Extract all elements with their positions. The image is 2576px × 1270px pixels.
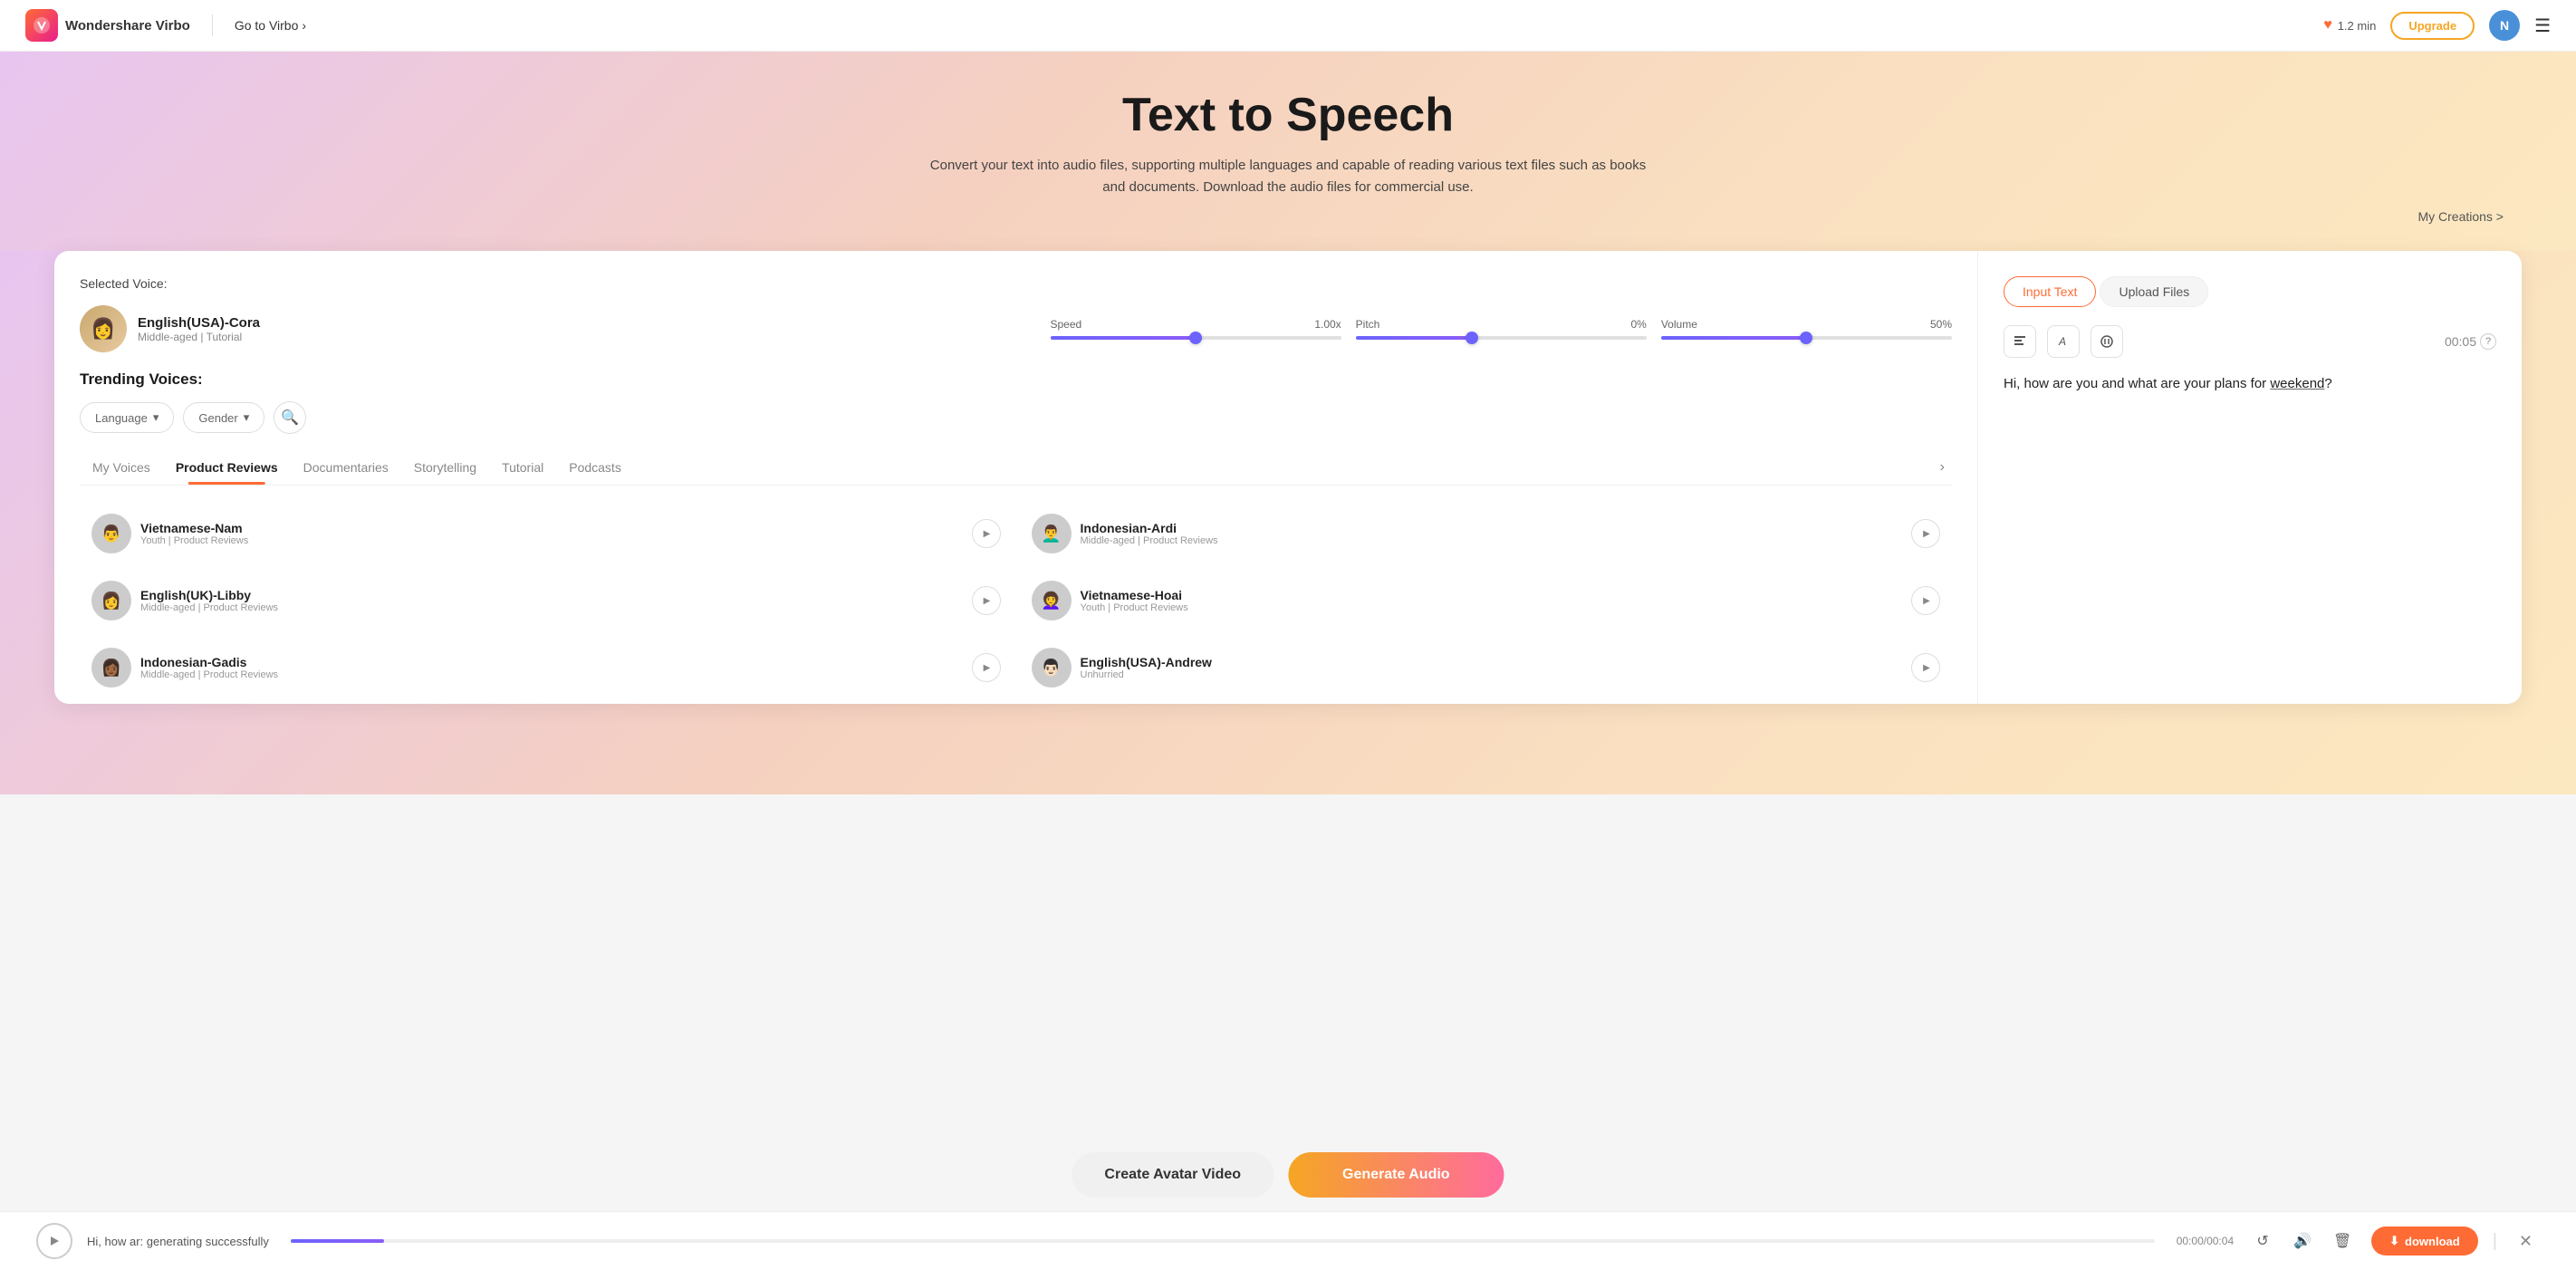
play-english-usa-andrew[interactable] [1911, 653, 1940, 682]
text-pause-btn[interactable] [2091, 325, 2123, 358]
page-title: Text to Speech [18, 88, 2558, 142]
menu-icon[interactable]: ☰ [2534, 14, 2551, 37]
tab-upload-files[interactable]: Upload Files [2100, 276, 2208, 307]
tab-documentaries[interactable]: Documentaries [291, 451, 401, 484]
play-vietnamese-nam[interactable] [972, 519, 1001, 548]
text-emphasis-btn[interactable]: A [2047, 325, 2080, 358]
bottom-divider: | [2493, 1231, 2497, 1252]
speed-slider-track[interactable] [1051, 336, 1341, 340]
volume-slider-track[interactable] [1661, 336, 1952, 340]
left-panel: Selected Voice: 👩 English(USA)-Cora Midd… [54, 251, 1978, 704]
selected-voice-card: 👩 English(USA)-Cora Middle-aged | Tutori… [80, 305, 1952, 352]
timer-display: 00:05 ? [2445, 333, 2496, 350]
pitch-slider-group: Pitch 0% [1356, 318, 1647, 340]
voice-avatar-english-usa-andrew: 👨🏻 [1032, 648, 1072, 688]
voice-avatar-vietnamese-hoai: 👩‍🦱 [1032, 581, 1072, 621]
voice-avatar-indonesian-gadis: 👩🏾 [91, 648, 131, 688]
voice-item-indonesian-ardi[interactable]: 👨‍🦱 Indonesian-Ardi Middle-aged | Produc… [1020, 504, 1953, 563]
generate-audio-button[interactable]: Generate Audio [1288, 1152, 1504, 1198]
logo-icon [25, 9, 58, 42]
hero-subtitle: Convert your text into audio files, supp… [926, 155, 1650, 198]
my-creations-link[interactable]: My Creations > [18, 209, 2558, 224]
tab-arrow-right[interactable]: › [1933, 450, 1952, 485]
play-indonesian-gadis[interactable] [972, 653, 1001, 682]
voice-item-english-usa-andrew[interactable]: 👨🏻 English(USA)-Andrew Unhurried [1020, 638, 1953, 698]
voice-item-indonesian-gadis[interactable]: 👩🏾 Indonesian-Gadis Middle-aged | Produc… [80, 638, 1013, 698]
audio-play-button[interactable] [36, 1223, 72, 1259]
audio-volume-btn[interactable]: 🔊 [2288, 1227, 2317, 1256]
action-buttons: Create Avatar Video Generate Audio [1072, 1152, 1504, 1198]
pitch-slider-track[interactable] [1356, 336, 1647, 340]
tab-product-reviews[interactable]: Product Reviews [163, 451, 291, 484]
trending-label: Trending Voices: [80, 370, 1952, 389]
audio-player-bar: Hi, how ar: generating successfully 00:0… [0, 1211, 2576, 1270]
right-panel: Input Text Upload Files A [1978, 251, 2522, 704]
play-indonesian-ardi[interactable] [1911, 519, 1940, 548]
filter-row: Language ▾ Gender ▾ 🔍 [80, 401, 1952, 434]
logo-divider [212, 14, 213, 36]
hero-section: Text to Speech Convert your text into au… [0, 52, 2576, 251]
audio-time: 00:00/00:04 [2177, 1235, 2234, 1247]
tab-my-voices[interactable]: My Voices [80, 451, 163, 484]
audio-progress-bar[interactable] [291, 1239, 2155, 1243]
logo-text: Wondershare Virbo [65, 18, 190, 34]
voice-item-english-uk-libby[interactable]: 👩 English(UK)-Libby Middle-aged | Produc… [80, 571, 1013, 630]
user-avatar[interactable]: N [2489, 10, 2520, 41]
input-tabs: Input Text Upload Files [2004, 276, 2496, 307]
volume-slider-group: Volume 50% [1661, 318, 1952, 340]
voice-tabs: My Voices Product Reviews Documentaries … [80, 450, 1952, 486]
selected-voice-label: Selected Voice: [80, 276, 1952, 291]
create-avatar-button[interactable]: Create Avatar Video [1072, 1152, 1274, 1198]
voice-avatar-vietnamese-nam: 👨 [91, 514, 131, 553]
voice-item-vietnamese-hoai[interactable]: 👩‍🦱 Vietnamese-Hoai Youth | Product Revi… [1020, 571, 1953, 630]
gender-filter[interactable]: Gender ▾ [183, 402, 264, 433]
header-right: ♥ 1.2 min Upgrade N ☰ [2323, 10, 2551, 41]
help-icon[interactable]: ? [2480, 333, 2496, 350]
audio-delete-btn[interactable]: 🗑 [2328, 1227, 2357, 1256]
voice-avatar-english-uk-libby: 👩 [91, 581, 131, 621]
search-button[interactable]: 🔍 [274, 401, 306, 434]
upgrade-button[interactable]: Upgrade [2390, 12, 2475, 40]
header-left: Wondershare Virbo Go to Virbo › [25, 9, 306, 42]
main-content: Selected Voice: 👩 English(USA)-Cora Midd… [0, 251, 2576, 794]
voice-list: 👨 Vietnamese-Nam Youth | Product Reviews… [80, 504, 1952, 698]
text-input-area[interactable]: Hi, how are you and what are your plans … [2004, 372, 2496, 644]
underlined-word: weekend [2270, 376, 2324, 391]
audio-history-btn[interactable]: ↺ [2248, 1227, 2277, 1256]
audio-text: Hi, how ar: generating successfully [87, 1235, 269, 1248]
play-english-uk-libby[interactable] [972, 586, 1001, 615]
audio-progress-fill [291, 1239, 384, 1243]
language-filter[interactable]: Language ▾ [80, 402, 174, 433]
header: Wondershare Virbo Go to Virbo › ♥ 1.2 mi… [0, 0, 2576, 52]
content-card: Selected Voice: 👩 English(USA)-Cora Midd… [54, 251, 2522, 704]
selected-voice-info: English(USA)-Cora Middle-aged | Tutorial [138, 315, 1040, 343]
svg-text:A: A [2058, 335, 2066, 348]
sliders-section: Speed 1.00x Pitch 0% [1051, 318, 1953, 340]
credits-icon: ♥ [2323, 17, 2332, 34]
tab-input-text[interactable]: Input Text [2004, 276, 2096, 307]
voice-item-vietnamese-nam[interactable]: 👨 Vietnamese-Nam Youth | Product Reviews [80, 504, 1013, 563]
download-icon: ⬇ [2389, 1234, 2399, 1248]
credits-display: ♥ 1.2 min [2323, 17, 2376, 34]
tab-storytelling[interactable]: Storytelling [401, 451, 489, 484]
selected-voice-avatar: 👩 [80, 305, 127, 352]
download-button[interactable]: ⬇ download [2371, 1227, 2478, 1256]
voice-avatar-indonesian-ardi: 👨‍🦱 [1032, 514, 1072, 553]
tab-tutorial[interactable]: Tutorial [489, 451, 556, 484]
text-toolbar: A 00:05 ? [2004, 325, 2496, 358]
speed-slider-group: Speed 1.00x [1051, 318, 1341, 340]
text-format-btn[interactable] [2004, 325, 2036, 358]
logo[interactable]: Wondershare Virbo [25, 9, 190, 42]
play-vietnamese-hoai[interactable] [1911, 586, 1940, 615]
goto-virbo-link[interactable]: Go to Virbo › [235, 18, 306, 33]
close-audio-button[interactable]: ✕ [2512, 1228, 2540, 1255]
tab-podcasts[interactable]: Podcasts [556, 451, 634, 484]
audio-controls: ↺ 🔊 🗑 [2248, 1227, 2357, 1256]
